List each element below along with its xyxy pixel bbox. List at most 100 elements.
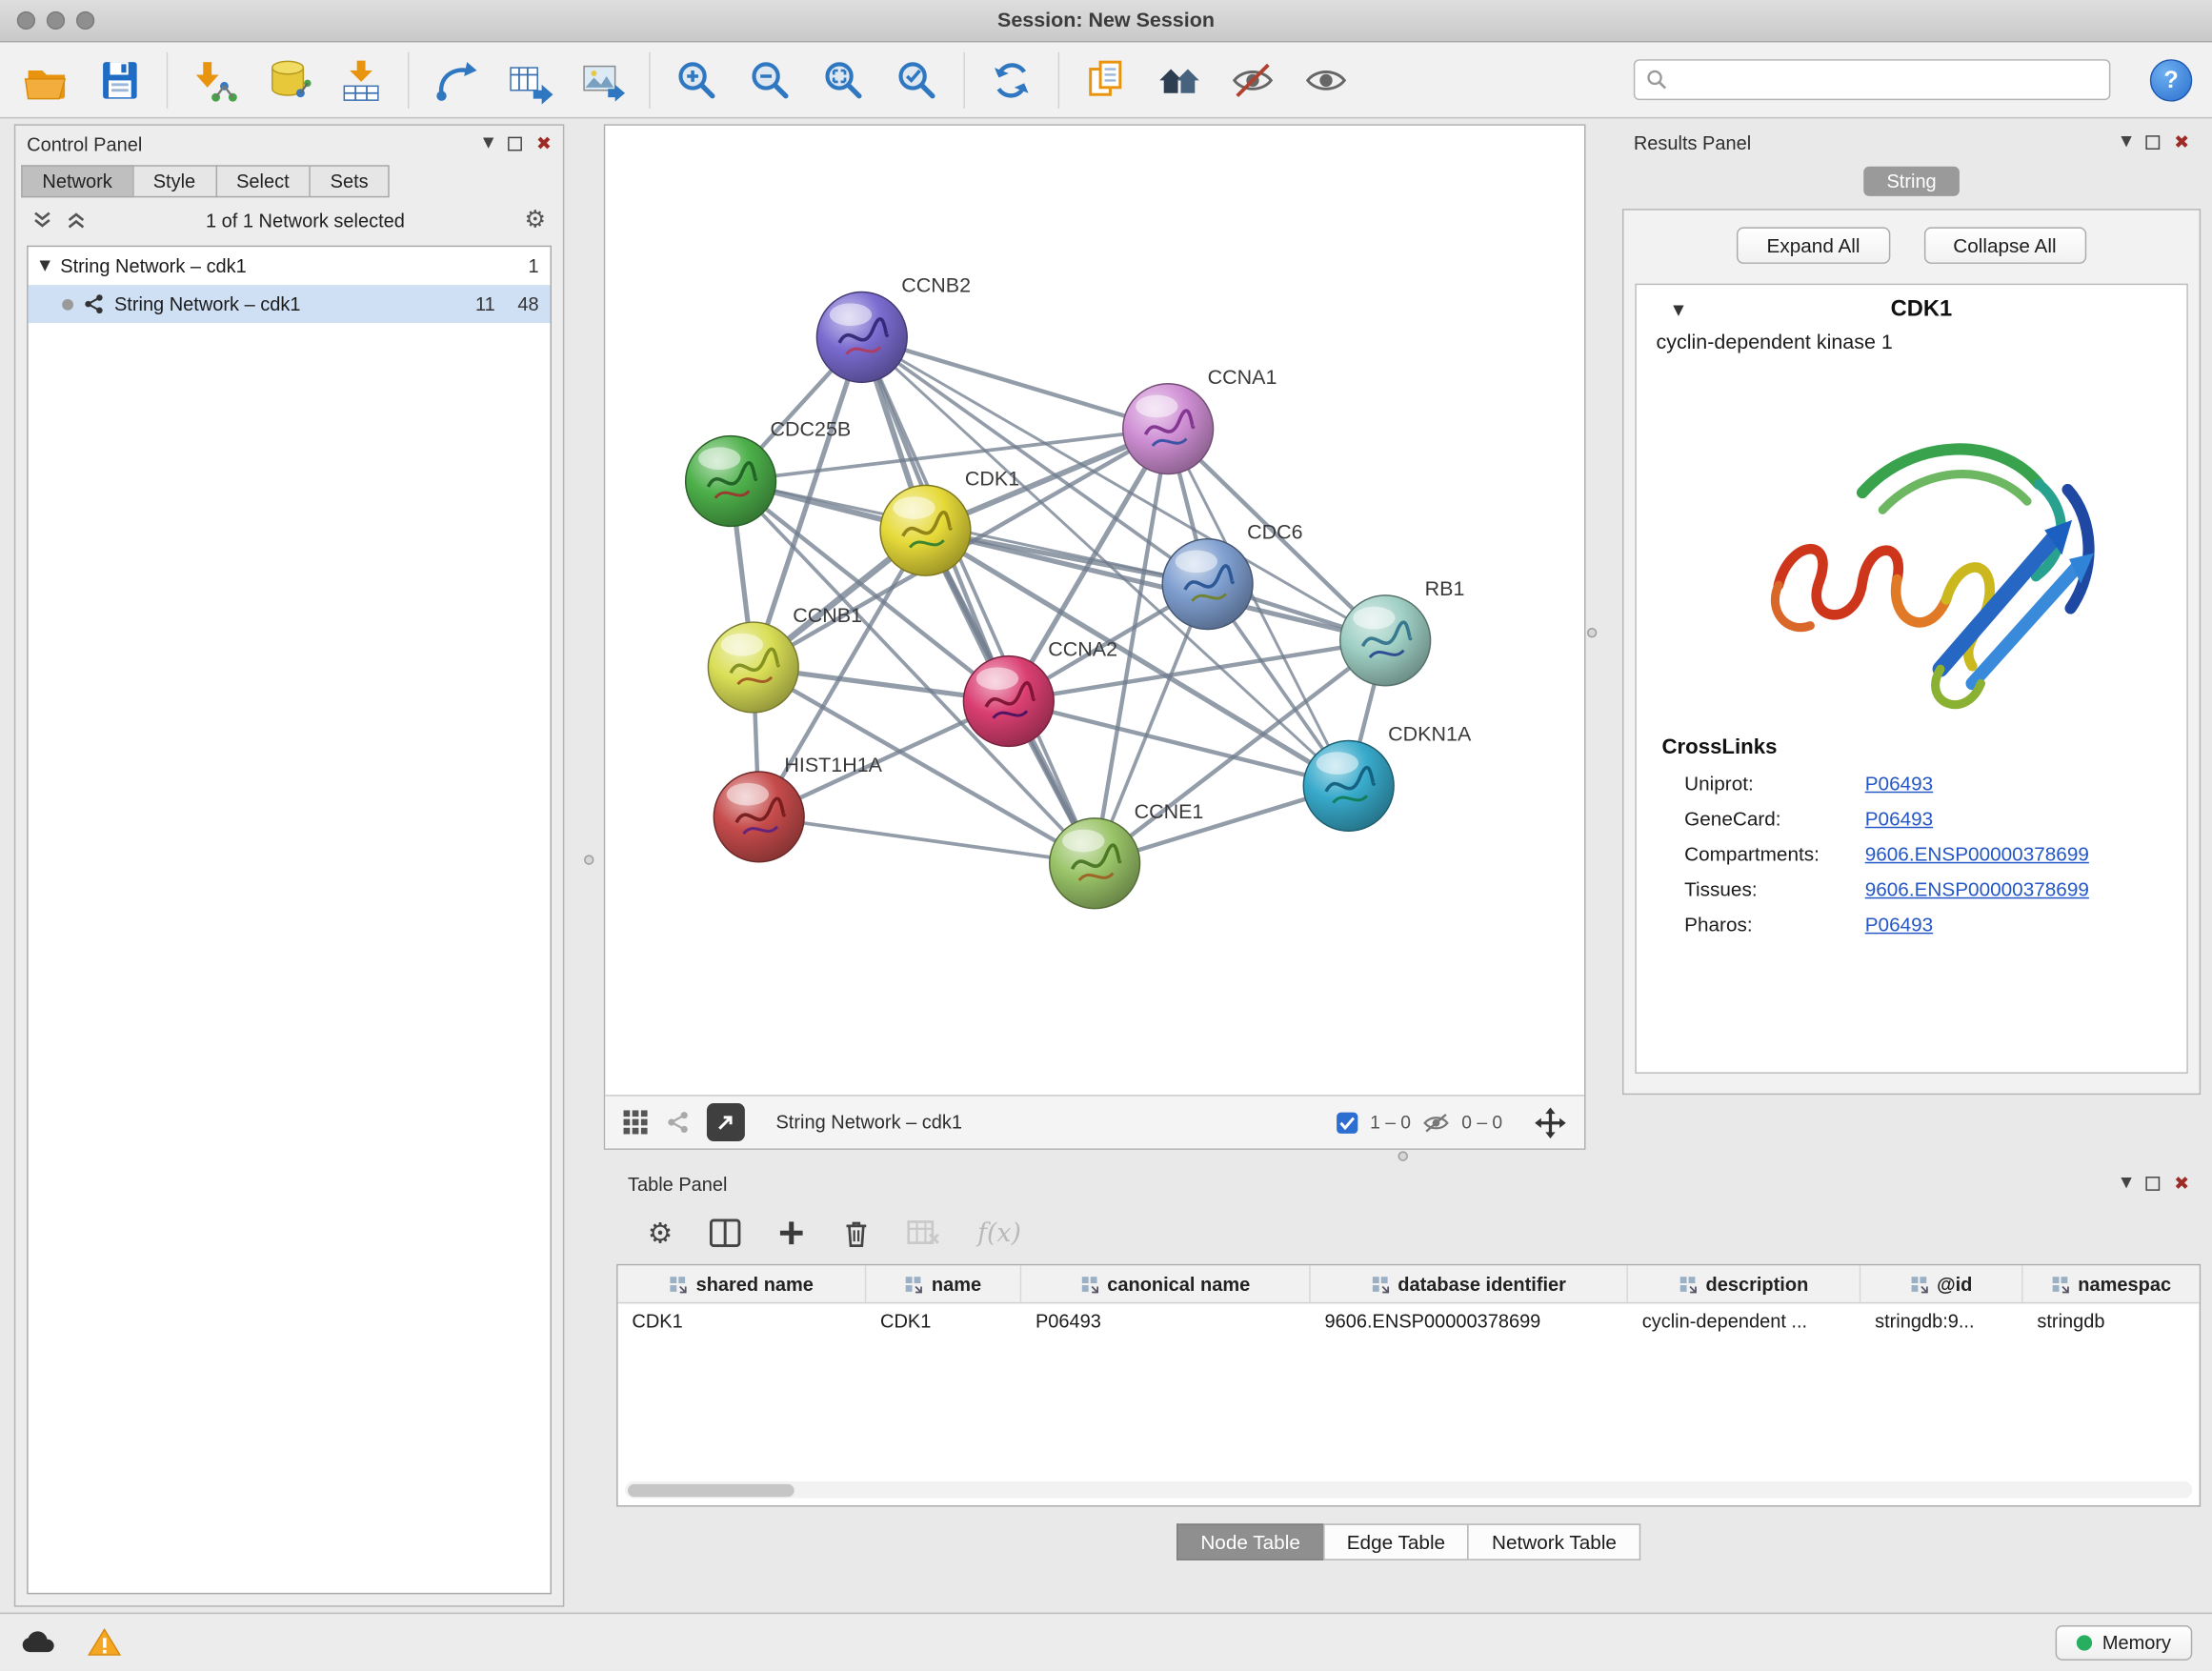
cell-namespace[interactable]: stringdb (2023, 1303, 2200, 1340)
show-columns-icon[interactable] (710, 1218, 741, 1247)
export-image-icon[interactable] (575, 53, 629, 107)
cell-id[interactable]: stringdb:9... (1860, 1303, 2022, 1340)
scrollbar-thumb[interactable] (628, 1483, 794, 1496)
panel-float-icon[interactable]: ▼ (2121, 1177, 2131, 1191)
node-label-CCNA2: CCNA2 (1048, 638, 1117, 661)
zoom-selected-icon[interactable] (890, 53, 943, 107)
column-header-shared-name[interactable]: shared name (618, 1265, 867, 1302)
cell-shared-name[interactable]: CDK1 (618, 1303, 867, 1340)
gene-symbol: CDK1 (1673, 297, 2169, 323)
column-header-namespace[interactable]: namespac (2023, 1265, 2200, 1302)
import-table-icon[interactable] (334, 53, 388, 107)
memory-button[interactable]: Memory (2056, 1624, 2192, 1660)
collapse-all-networks-icon[interactable] (32, 211, 52, 231)
open-session-icon[interactable] (20, 53, 73, 107)
tab-sets[interactable]: Sets (309, 165, 389, 197)
birds-eye-view-icon[interactable] (622, 1109, 649, 1136)
left-splitter-handle[interactable] (584, 855, 593, 864)
gene-collapse-icon[interactable]: ▼ (1673, 303, 1683, 318)
crosslink-uniprot-link[interactable]: P06493 (1865, 772, 1933, 795)
minimize-window-button[interactable] (47, 11, 65, 30)
tab-edge-table[interactable]: Edge Table (1323, 1523, 1468, 1560)
crosslink-tissues-link[interactable]: 9606.ENSP00000378699 (1865, 877, 2089, 900)
cell-description[interactable]: cyclin-dependent ... (1628, 1303, 1860, 1340)
string-results-tab[interactable]: String (1864, 167, 1960, 196)
close-window-button[interactable] (17, 11, 35, 30)
refresh-icon[interactable] (985, 53, 1038, 107)
column-header-name[interactable]: name (866, 1265, 1021, 1302)
column-header-description[interactable]: description (1628, 1265, 1860, 1302)
crosslink-label: Tissues: (1684, 877, 1865, 900)
zoom-out-icon[interactable] (743, 53, 796, 107)
crosslink-label: GeneCard: (1684, 807, 1865, 830)
cell-name[interactable]: CDK1 (866, 1303, 1021, 1340)
expand-all-networks-icon[interactable] (67, 211, 87, 231)
expand-all-button[interactable]: Expand All (1737, 227, 1889, 264)
network-edge[interactable] (862, 337, 1095, 863)
tab-network[interactable]: Network (21, 165, 131, 197)
duplicate-document-icon[interactable] (1079, 53, 1133, 107)
panel-float-icon[interactable]: ▼ (2121, 135, 2131, 150)
add-column-icon[interactable] (777, 1218, 806, 1247)
node-label-HIST1H1A: HIST1H1A (784, 754, 882, 776)
table-horizontal-scrollbar[interactable] (625, 1481, 2192, 1499)
network-collection-row[interactable]: ▼ String Network – cdk1 1 (29, 247, 551, 285)
column-header-id[interactable]: @id (1860, 1265, 2022, 1302)
network-tree: ▼ String Network – cdk1 1 String Network… (27, 246, 552, 1595)
right-splitter-handle[interactable] (1587, 628, 1597, 637)
zoom-fit-icon[interactable] (816, 53, 870, 107)
cloud-icon[interactable] (20, 1629, 57, 1655)
import-network-database-icon[interactable] (261, 53, 314, 107)
import-network-file-icon[interactable] (188, 53, 241, 107)
warning-icon[interactable] (88, 1628, 122, 1657)
hide-graphics-icon[interactable] (1226, 53, 1279, 107)
table-options-gear-icon[interactable]: ⚙ (648, 1217, 674, 1251)
crosslinks-section: CrossLinks Uniprot:P06493 GeneCard:P0649… (1637, 715, 2187, 936)
panel-maximize-icon[interactable] (508, 137, 522, 151)
network-edge[interactable] (862, 337, 1168, 429)
crosslink-pharos-link[interactable]: P06493 (1865, 913, 1933, 936)
network-edge[interactable] (759, 816, 1095, 863)
clone-network-icon[interactable] (429, 53, 482, 107)
panel-maximize-icon[interactable] (2146, 1177, 2161, 1191)
cell-database-identifier[interactable]: 9606.ENSP00000378699 (1311, 1303, 1628, 1340)
panel-float-icon[interactable]: ▼ (483, 137, 493, 151)
pan-move-icon[interactable] (1534, 1105, 1568, 1139)
tree-expander-icon[interactable]: ▼ (39, 258, 50, 273)
crosslink-label: Uniprot: (1684, 772, 1865, 795)
cell-canonical-name[interactable]: P06493 (1021, 1303, 1311, 1340)
column-header-database-identifier[interactable]: database identifier (1311, 1265, 1628, 1302)
export-table-icon[interactable] (502, 53, 555, 107)
column-header-canonical-name[interactable]: canonical name (1021, 1265, 1311, 1302)
status-bar: Memory (0, 1613, 2212, 1671)
home-icon[interactable] (1153, 53, 1206, 107)
crosslink-compartments-link[interactable]: 9606.ENSP00000378699 (1865, 842, 2089, 865)
panel-close-icon[interactable]: ✖ (2174, 1175, 2189, 1193)
tab-network-table[interactable]: Network Table (1468, 1523, 1640, 1560)
search-icon (1646, 70, 1667, 91)
tab-select[interactable]: Select (215, 165, 310, 197)
network-canvas[interactable]: CCNB2CCNA1CDC25BCDK1CDC6RB1CCNB1CCNA2CDK… (605, 126, 1584, 1095)
tab-node-table[interactable]: Node Table (1176, 1523, 1322, 1560)
panel-close-icon[interactable]: ✖ (536, 134, 552, 152)
selected-checkbox-icon[interactable] (1337, 1111, 1359, 1134)
help-button[interactable]: ? (2150, 58, 2192, 100)
maximize-window-button[interactable] (76, 11, 94, 30)
show-graphics-icon[interactable] (1299, 53, 1353, 107)
string-network-icon[interactable] (666, 1110, 690, 1134)
table-row[interactable]: CDK1 CDK1 P06493 9606.ENSP00000378699 cy… (618, 1303, 2200, 1340)
delete-column-icon[interactable] (842, 1218, 871, 1249)
panel-close-icon[interactable]: ✖ (2174, 133, 2189, 151)
open-in-browser-button[interactable] (707, 1103, 745, 1141)
tab-style[interactable]: Style (131, 165, 214, 197)
zoom-in-icon[interactable] (670, 53, 723, 107)
save-session-icon[interactable] (93, 53, 147, 107)
search-input[interactable] (1676, 70, 2098, 91)
panel-maximize-icon[interactable] (2146, 135, 2161, 150)
crosslink-genecard-link[interactable]: P06493 (1865, 807, 1933, 830)
network-row[interactable]: String Network – cdk1 11 48 (29, 285, 551, 323)
hidden-eye-slash-icon[interactable] (1422, 1111, 1451, 1134)
bottom-splitter-handle[interactable] (1398, 1151, 1408, 1160)
network-options-gear-icon[interactable]: ⚙ (525, 206, 547, 234)
collapse-all-button[interactable]: Collapse All (1923, 227, 2086, 264)
